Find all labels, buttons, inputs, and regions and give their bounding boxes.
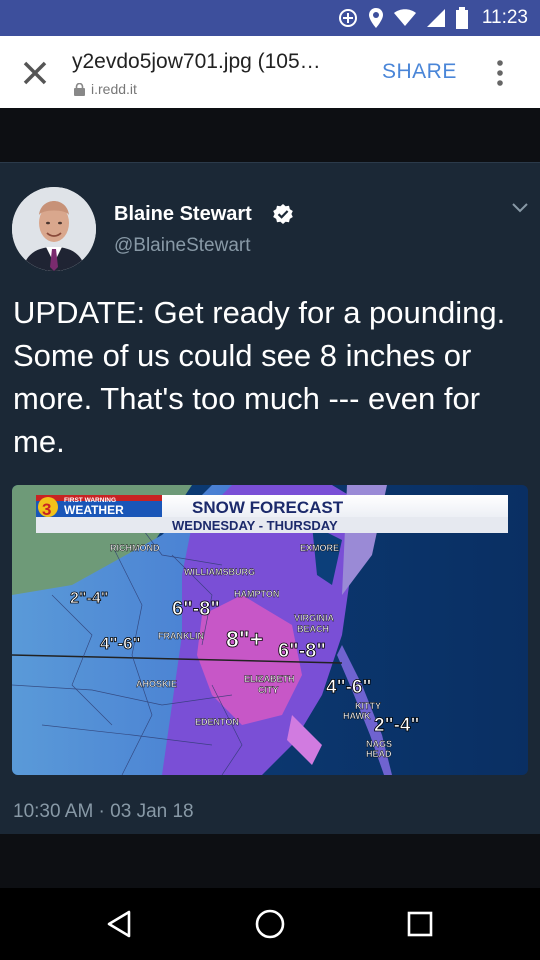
signal-icon bbox=[426, 8, 446, 28]
badge-bottom-label: WEATHER bbox=[64, 503, 124, 517]
place-richmond: RICHMOND bbox=[110, 543, 160, 553]
forecast-subtitle: WEDNESDAY - THURSDAY bbox=[172, 518, 338, 533]
chevron-down-icon bbox=[512, 203, 528, 213]
place-franklin: FRANKLIN bbox=[158, 631, 204, 641]
wifi-icon bbox=[393, 9, 416, 27]
back-triangle-icon bbox=[107, 910, 131, 938]
amount-west: 2"-4" bbox=[70, 590, 108, 607]
place-williamsburg: WILLIAMSBURG bbox=[184, 567, 255, 577]
more-vert-icon bbox=[497, 60, 503, 86]
place-hawk: HAWK bbox=[343, 711, 371, 721]
verified-badge-icon bbox=[272, 203, 294, 225]
tweet-timestamp[interactable]: 10:30 AM · 03 Jan 18 bbox=[13, 801, 194, 823]
share-button[interactable]: SHARE bbox=[382, 60, 457, 84]
tweet-menu-button[interactable] bbox=[510, 201, 530, 215]
place-nags: NAGS bbox=[366, 739, 392, 749]
place-city: CITY bbox=[258, 685, 279, 695]
tweet-card: Blaine Stewart @BlaineStewart UPDATE: Ge… bbox=[0, 162, 540, 834]
amount-center: 6"-8" bbox=[172, 598, 220, 620]
close-icon bbox=[23, 61, 47, 85]
display-name[interactable]: Blaine Stewart bbox=[114, 203, 252, 226]
place-edenton: EDENTON bbox=[195, 717, 239, 727]
page-domain: i.redd.it bbox=[74, 81, 137, 97]
status-bar: 11:23 bbox=[0, 0, 540, 36]
place-hampton: HAMPTON bbox=[234, 589, 279, 599]
place-beach: BEACH bbox=[297, 624, 329, 634]
tweet-text: UPDATE: Get ready for a pounding. Some o… bbox=[13, 295, 506, 459]
forecast-title: SNOW FORECAST bbox=[192, 498, 344, 517]
amount-outer-banks: 2"-4" bbox=[374, 715, 419, 736]
snow-forecast-image[interactable]: 3 FIRST WARNING WEATHER SNOW FORECAST WE… bbox=[12, 485, 528, 775]
user-handle[interactable]: @BlaineStewart bbox=[114, 235, 251, 257]
more-options-button[interactable] bbox=[490, 56, 510, 90]
place-ahoskie: AHOSKIE bbox=[136, 679, 177, 689]
station-logo-number: 3 bbox=[42, 500, 51, 519]
place-elizabeth: ELIZABETH bbox=[244, 674, 295, 684]
home-button[interactable] bbox=[254, 908, 286, 940]
recents-square-icon bbox=[407, 911, 433, 937]
place-kitty: KITTY bbox=[355, 701, 381, 711]
top-spacer bbox=[0, 108, 540, 162]
navigation-bar bbox=[0, 888, 540, 960]
avatar[interactable] bbox=[12, 187, 96, 271]
amount-peak: 8"+ bbox=[226, 626, 263, 652]
place-virginia: VIRGINIA bbox=[294, 613, 335, 623]
bottom-spacer bbox=[0, 834, 540, 888]
amount-kitty-hawk: 4"-6" bbox=[326, 677, 371, 698]
amount-beach: 6"-8" bbox=[278, 640, 326, 662]
battery-icon bbox=[455, 7, 468, 29]
domain-label: i.redd.it bbox=[91, 81, 137, 97]
place-head: HEAD bbox=[366, 749, 392, 759]
home-circle-icon bbox=[255, 909, 285, 939]
close-button[interactable] bbox=[20, 58, 50, 88]
profile-photo bbox=[12, 187, 96, 271]
page-title: y2evdo5jow701.jpg (105… bbox=[72, 50, 321, 73]
back-button[interactable] bbox=[104, 908, 136, 940]
amount-franklin: 4"-6" bbox=[100, 634, 141, 653]
lock-icon bbox=[74, 82, 85, 96]
data-saver-icon bbox=[338, 8, 358, 28]
browser-toolbar: y2evdo5jow701.jpg (105… i.redd.it SHARE bbox=[0, 36, 540, 108]
location-icon bbox=[368, 7, 384, 29]
place-exmore: EXMORE bbox=[300, 543, 339, 553]
recents-button[interactable] bbox=[404, 908, 436, 940]
clock: 11:23 bbox=[481, 7, 528, 28]
